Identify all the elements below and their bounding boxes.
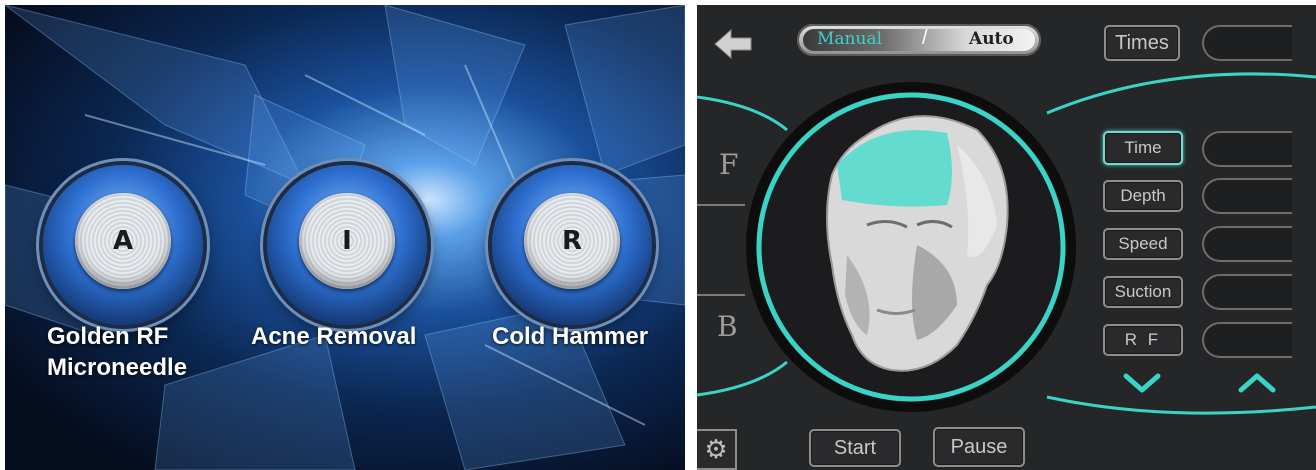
treatment-control-screen: Manual / Auto Times F B Time Depth Speed…	[697, 5, 1316, 470]
times-button[interactable]: Times	[1104, 25, 1180, 61]
back-arrow-icon[interactable]	[713, 27, 753, 61]
mode-letter: I	[342, 226, 352, 256]
side-label-back[interactable]: B	[717, 310, 738, 343]
start-label: Start	[833, 437, 877, 459]
mode-label-line1: Acne Removal	[251, 323, 417, 350]
start-button[interactable]: Start	[809, 429, 901, 467]
gear-icon: ⚙	[704, 434, 728, 464]
suction-value-field[interactable]	[1202, 274, 1292, 310]
time-value-field[interactable]	[1202, 131, 1292, 167]
side-label-front[interactable]: F	[719, 148, 738, 181]
pause-button[interactable]: Pause	[933, 427, 1025, 467]
toggle-separator: /	[922, 27, 928, 49]
manual-auto-toggle[interactable]: Manual / Auto	[797, 24, 1041, 56]
chevron-down-icon[interactable]	[1122, 370, 1162, 396]
mode-label-cold-hammer[interactable]: Cold Hammer	[492, 321, 648, 352]
mode-label-line2: Microneedle	[47, 354, 188, 381]
param-label: Depth	[1120, 186, 1166, 205]
metal-knob: R	[524, 193, 620, 289]
mode-letter: A	[112, 226, 134, 256]
mode-button-acne-removal[interactable]: I	[267, 165, 427, 325]
depth-value-field[interactable]	[1202, 178, 1292, 214]
times-value-field[interactable]	[1202, 25, 1292, 61]
mode-selection-screen: A I R Golden RF Microneedle Acne Removal…	[5, 5, 685, 470]
mode-button-golden-rf[interactable]: A	[43, 165, 203, 325]
param-button-speed[interactable]: Speed	[1103, 228, 1183, 260]
pause-label: Pause	[950, 436, 1008, 458]
param-label: Speed	[1118, 234, 1168, 253]
mode-label-line1: Golden RF	[47, 323, 169, 350]
rf-value-field[interactable]	[1202, 322, 1292, 358]
param-button-rf[interactable]: R F	[1103, 324, 1183, 356]
param-button-depth[interactable]: Depth	[1103, 180, 1183, 212]
manual-option[interactable]: Manual	[817, 29, 882, 49]
param-button-suction[interactable]: Suction	[1103, 276, 1183, 308]
settings-button[interactable]: ⚙	[697, 429, 737, 470]
speed-value-field[interactable]	[1202, 226, 1292, 262]
mode-label-line1: Cold Hammer	[492, 323, 649, 350]
mode-label-acne-removal[interactable]: Acne Removal	[251, 321, 416, 352]
param-button-time[interactable]: Time	[1103, 131, 1183, 165]
times-label: Times	[1115, 32, 1169, 54]
chevron-up-icon[interactable]	[1237, 370, 1277, 396]
param-label: R F	[1124, 330, 1162, 349]
metal-knob: I	[299, 193, 395, 289]
param-label: Time	[1124, 138, 1162, 157]
auto-option[interactable]: Auto	[969, 29, 1014, 49]
metal-knob: A	[75, 193, 171, 289]
mode-label-golden-rf[interactable]: Golden RF Microneedle	[47, 321, 187, 383]
mode-button-cold-hammer[interactable]: R	[492, 165, 652, 325]
param-label: Suction	[1114, 282, 1172, 301]
face-zone-illustration	[826, 115, 1009, 372]
mode-letter: R	[561, 226, 583, 256]
